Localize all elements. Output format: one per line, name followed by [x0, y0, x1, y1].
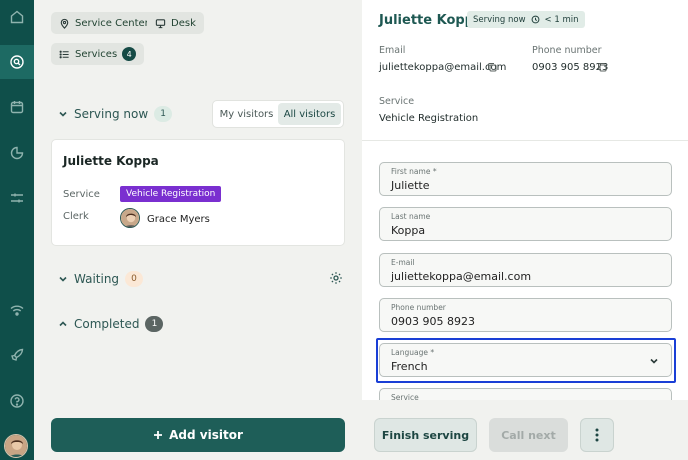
- list-icon: [59, 50, 69, 58]
- visitor-card-service-label: Service: [63, 189, 100, 200]
- phone-field[interactable]: Phone number 0903 905 8923: [379, 298, 672, 332]
- chevron-down-icon: [650, 358, 658, 364]
- email-field-label: E-mail: [391, 258, 415, 267]
- completed-section-toggle[interactable]: Completed 1: [58, 316, 164, 332]
- plus-icon: [154, 431, 163, 439]
- clerk-avatar-image: [121, 209, 139, 227]
- nav-visitors[interactable]: [0, 45, 34, 79]
- chevron-down-icon: [59, 111, 67, 117]
- action-footer: Finish serving Call next: [362, 400, 688, 460]
- last-name-field[interactable]: Last name Koppa: [379, 207, 672, 241]
- email-field-value: juliettekoppa@email.com: [391, 270, 532, 283]
- serving-now-section-toggle[interactable]: Serving now 1: [58, 106, 173, 122]
- more-actions-button[interactable]: [580, 418, 614, 452]
- nav-analytics[interactable]: [0, 136, 34, 170]
- wifi-icon: [10, 305, 24, 316]
- chart-pie-icon: [10, 146, 24, 160]
- help-icon: [10, 394, 24, 408]
- clerk-name: Grace Myers: [147, 214, 210, 225]
- rocket-icon: [11, 348, 24, 361]
- visitor-detail-panel: Juliette Koppa Serving now < 1 min Email…: [362, 0, 688, 460]
- phone-field-value: 0903 905 8923: [391, 315, 475, 328]
- waiting-section-toggle[interactable]: Waiting 0: [58, 271, 144, 287]
- serving-status-badge: Serving now < 1 min: [467, 11, 585, 28]
- map-pin-icon: [60, 18, 69, 29]
- waiting-title: Waiting: [74, 272, 120, 286]
- nav-connection[interactable]: [0, 293, 34, 327]
- language-label: Language *: [391, 348, 435, 357]
- service-value: Vehicle Registration: [379, 113, 479, 124]
- navigation-rail: [0, 0, 34, 460]
- serving-now-count: 1: [154, 106, 173, 122]
- avatar-image: [5, 435, 27, 457]
- visitor-card-name: Juliette Koppa: [63, 154, 159, 168]
- my-visitors-tab[interactable]: My visitors: [215, 103, 278, 125]
- service-tag: Vehicle Registration: [120, 186, 222, 202]
- nav-home[interactable]: [0, 0, 34, 34]
- email-label: Email: [379, 45, 406, 56]
- nav-settings[interactable]: [0, 181, 34, 215]
- user-avatar[interactable]: [4, 434, 28, 458]
- serving-time-text: < 1 min: [544, 14, 579, 25]
- serving-status-text: Serving now: [473, 14, 526, 25]
- location-chip[interactable]: Service Center: [51, 12, 157, 34]
- services-chip[interactable]: Services 4: [51, 43, 145, 65]
- email-field[interactable]: E-mail juliettekoppa@email.com: [379, 253, 672, 287]
- last-name-label: Last name: [391, 212, 431, 221]
- language-value: French: [391, 360, 428, 373]
- service-label: Service: [379, 96, 415, 107]
- calendar-icon: [10, 101, 24, 114]
- clerk-avatar: [120, 208, 140, 228]
- nav-help[interactable]: [0, 384, 34, 418]
- first-name-field[interactable]: First name * Juliette: [379, 162, 672, 196]
- all-visitors-tab[interactable]: All visitors: [278, 103, 341, 125]
- waiting-count: 0: [125, 271, 144, 287]
- chevron-up-icon: [59, 321, 67, 327]
- completed-title: Completed: [74, 317, 140, 331]
- clock-icon: [531, 15, 539, 24]
- more-vertical-icon: [595, 428, 599, 442]
- monitor-icon: [155, 18, 166, 28]
- finish-serving-button[interactable]: Finish serving: [374, 418, 477, 452]
- language-select[interactable]: Language * French: [379, 343, 672, 377]
- chat-search-icon: [10, 55, 24, 69]
- visitor-card-clerk-label: Clerk: [63, 211, 89, 222]
- divider: [362, 140, 688, 141]
- desk-chip-label: Desk: [171, 17, 196, 29]
- copy-phone-icon[interactable]: [597, 62, 607, 72]
- sliders-icon: [11, 193, 23, 203]
- desk-chip[interactable]: Desk: [147, 12, 204, 34]
- phone-label: Phone number: [532, 45, 602, 56]
- call-next-button[interactable]: Call next: [489, 418, 568, 452]
- location-chip-label: Service Center: [75, 17, 149, 29]
- serving-now-title: Serving now: [74, 107, 149, 121]
- queue-panel: Service Center Desk Services 4 Serving n…: [34, 0, 362, 460]
- last-name-value: Koppa: [391, 224, 426, 237]
- chevron-down-icon: [59, 276, 67, 282]
- visitor-filter-toggle: My visitors All visitors: [212, 100, 344, 128]
- first-name-label: First name *: [391, 167, 437, 176]
- nav-launch[interactable]: [0, 338, 34, 372]
- completed-count: 1: [145, 316, 164, 332]
- home-icon: [10, 10, 24, 24]
- nav-calendar[interactable]: [0, 90, 34, 124]
- first-name-value: Juliette: [391, 179, 430, 192]
- services-count-badge: 4: [122, 47, 137, 61]
- add-visitor-button[interactable]: Add visitor: [51, 418, 345, 452]
- add-visitor-label: Add visitor: [169, 428, 243, 442]
- phone-field-label: Phone number: [391, 303, 446, 312]
- services-chip-label: Services: [75, 48, 118, 60]
- gear-icon[interactable]: [329, 271, 343, 285]
- visitor-card[interactable]: Juliette Koppa Service Vehicle Registrat…: [51, 139, 345, 246]
- copy-email-icon[interactable]: [487, 62, 497, 72]
